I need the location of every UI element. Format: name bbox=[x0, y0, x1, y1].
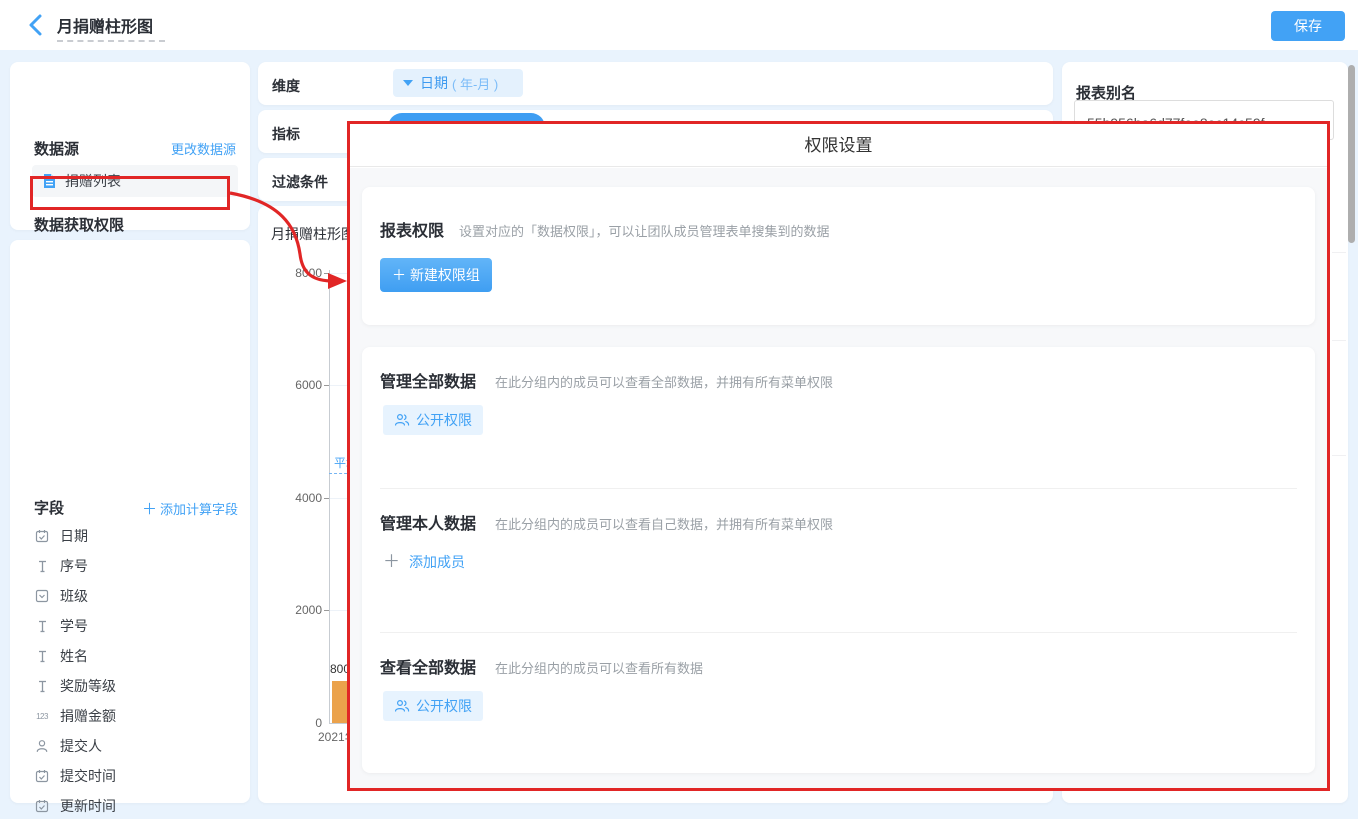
field-label: 更新时间 bbox=[60, 796, 116, 816]
section-desc: 在此分组内的成员可以查看全部数据，并拥有所有菜单权限 bbox=[495, 372, 833, 391]
plus-icon: ＋ bbox=[383, 552, 400, 571]
text-icon bbox=[34, 618, 50, 634]
people-icon bbox=[394, 413, 410, 427]
public-permission-label: 公开权限 bbox=[416, 410, 472, 430]
divider bbox=[380, 488, 1297, 489]
scrollbar-thumb[interactable] bbox=[1348, 65, 1355, 243]
divider bbox=[380, 632, 1297, 633]
annotation-highlight-box bbox=[30, 176, 230, 210]
field-row-class[interactable]: 班级 bbox=[34, 583, 234, 609]
calendar-icon bbox=[34, 798, 50, 814]
field-row-date[interactable]: 日期 bbox=[34, 523, 234, 549]
add-calc-field-link[interactable]: ＋添加计算字段 bbox=[142, 498, 238, 519]
field-label: 提交人 bbox=[60, 736, 102, 756]
y-tickmark bbox=[324, 498, 329, 499]
section-title: 报表权限 bbox=[380, 217, 444, 241]
text-icon bbox=[34, 678, 50, 694]
report-permission-section: 报表权限 设置对应的「数据权限」，可以让团队成员管理表单搜集到的数据 ＋ 新建权… bbox=[362, 187, 1315, 325]
modal-title: 权限设置 bbox=[350, 124, 1327, 167]
field-row-submitter[interactable]: 提交人 bbox=[34, 733, 234, 759]
y-tickmark bbox=[324, 273, 329, 274]
public-permission-chip[interactable]: 公开权限 bbox=[383, 691, 483, 721]
dimension-chip-format: ( 年-月 ) bbox=[452, 74, 498, 93]
field-label: 序号 bbox=[60, 556, 88, 576]
select-icon bbox=[34, 588, 50, 604]
number-icon: 123 bbox=[34, 708, 50, 724]
y-axis-line bbox=[329, 270, 330, 723]
dimension-chip-label: 日期 bbox=[420, 73, 448, 93]
text-icon bbox=[34, 648, 50, 664]
filter-label: 过滤条件 bbox=[272, 172, 328, 192]
save-button[interactable]: 保存 bbox=[1271, 11, 1345, 41]
divider bbox=[1332, 252, 1346, 253]
add-member-link[interactable]: ＋ 添加成员 bbox=[383, 547, 465, 572]
add-member-label: 添加成员 bbox=[409, 554, 465, 570]
section-title: 查看全部数据 bbox=[380, 654, 476, 678]
person-icon bbox=[34, 738, 50, 754]
dimension-label: 维度 bbox=[272, 76, 300, 96]
field-label: 班级 bbox=[60, 586, 88, 606]
field-label: 提交时间 bbox=[60, 766, 116, 786]
y-tick-4000: 4000 bbox=[262, 491, 322, 505]
public-permission-label: 公开权限 bbox=[416, 696, 472, 716]
text-icon bbox=[34, 558, 50, 574]
dimension-row: 维度 日期 ( 年-月 ) bbox=[258, 62, 1053, 105]
metric-label: 指标 bbox=[272, 124, 300, 144]
people-icon bbox=[394, 699, 410, 713]
field-label: 学号 bbox=[60, 616, 88, 636]
field-row-serial[interactable]: 序号 bbox=[34, 553, 234, 579]
y-tickmark bbox=[324, 385, 329, 386]
change-datasource-link[interactable]: 更改数据源 bbox=[10, 139, 236, 158]
section-title: 管理全部数据 bbox=[380, 368, 476, 392]
plus-icon: ＋ bbox=[142, 501, 157, 518]
top-header: 月捐赠柱形图 保存 bbox=[0, 0, 1358, 50]
field-row-amount[interactable]: 123 捐赠金额 bbox=[34, 703, 234, 729]
divider bbox=[1332, 455, 1346, 456]
chart-title: 月捐赠柱形图 bbox=[271, 224, 355, 244]
section-desc: 在此分组内的成员可以查看自己数据，并拥有所有菜单权限 bbox=[495, 514, 833, 533]
permission-groups-section: 管理全部数据 在此分组内的成员可以查看全部数据，并拥有所有菜单权限 公开权限 管… bbox=[362, 347, 1315, 773]
title-edit-underline bbox=[57, 40, 165, 42]
field-label: 奖励等级 bbox=[60, 676, 116, 696]
new-permission-group-button[interactable]: ＋ 新建权限组 bbox=[380, 258, 492, 292]
y-tick-6000: 6000 bbox=[262, 378, 322, 392]
y-tick-2000: 2000 bbox=[262, 603, 322, 617]
field-row-awardlevel[interactable]: 奖励等级 bbox=[34, 673, 234, 699]
add-calc-field-label: 添加计算字段 bbox=[160, 502, 238, 517]
modal-body: 报表权限 设置对应的「数据权限」，可以让团队成员管理表单搜集到的数据 ＋ 新建权… bbox=[350, 168, 1327, 788]
public-permission-chip[interactable]: 公开权限 bbox=[383, 405, 483, 435]
new-permission-group-label: 新建权限组 bbox=[410, 267, 480, 283]
fields-panel: 字段 ＋添加计算字段 日期 序号 班级 学号 姓名 奖励等级 123 捐赠金额 … bbox=[10, 240, 250, 803]
page-title: 月捐赠柱形图 bbox=[57, 13, 153, 37]
section-desc: 在此分组内的成员可以查看所有数据 bbox=[495, 658, 703, 677]
back-icon[interactable] bbox=[26, 13, 46, 37]
dimension-chip[interactable]: 日期 ( 年-月 ) bbox=[393, 69, 523, 97]
fields-heading: 字段 bbox=[34, 497, 64, 518]
field-label: 捐赠金额 bbox=[60, 706, 116, 726]
y-tick-8000: 8000 bbox=[262, 266, 322, 280]
field-row-name[interactable]: 姓名 bbox=[34, 643, 234, 669]
calendar-icon bbox=[34, 768, 50, 784]
divider bbox=[1332, 340, 1346, 341]
field-label: 日期 bbox=[60, 526, 88, 546]
data-access-heading: 数据获取权限 bbox=[34, 214, 124, 235]
field-label: 姓名 bbox=[60, 646, 88, 666]
field-row-submit-time[interactable]: 提交时间 bbox=[34, 763, 234, 789]
section-title: 管理本人数据 bbox=[380, 510, 476, 534]
y-tick-0: 0 bbox=[262, 716, 322, 730]
y-tickmark bbox=[324, 610, 329, 611]
permission-settings-modal: 权限设置 报表权限 设置对应的「数据权限」，可以让团队成员管理表单搜集到的数据 … bbox=[347, 121, 1330, 791]
plus-icon: ＋ bbox=[392, 267, 406, 283]
field-row-update-time[interactable]: 更新时间 bbox=[34, 793, 234, 819]
chevron-down-icon bbox=[403, 80, 413, 86]
section-desc: 设置对应的「数据权限」，可以让团队成员管理表单搜集到的数据 bbox=[459, 221, 830, 240]
calendar-icon bbox=[34, 528, 50, 544]
field-row-studentno[interactable]: 学号 bbox=[34, 613, 234, 639]
